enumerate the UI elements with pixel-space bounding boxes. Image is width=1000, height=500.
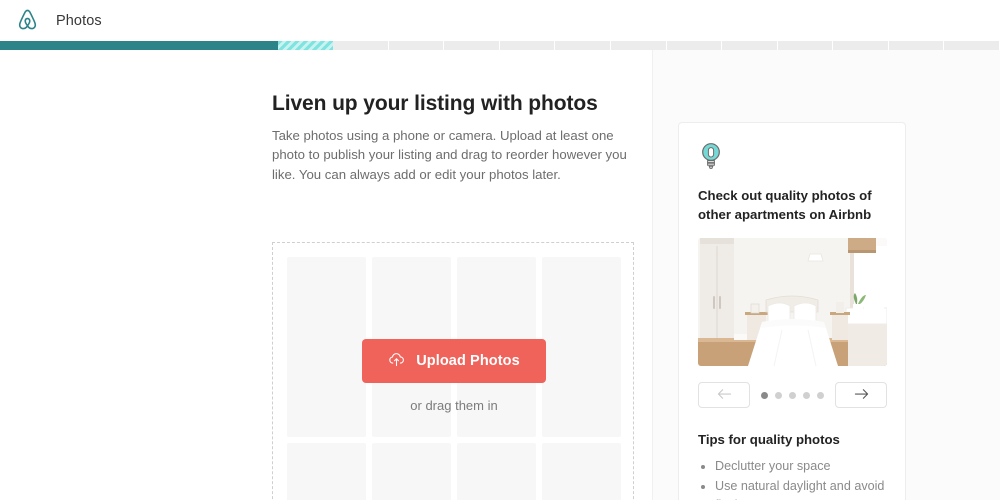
photo-dropzone[interactable]: Upload Photos or drag them in bbox=[272, 242, 634, 500]
photo-placeholder-tile bbox=[372, 443, 451, 500]
progress-segment bbox=[888, 41, 945, 50]
progress-segment bbox=[111, 41, 167, 50]
tips-sidebar: Check out quality photos of other apartm… bbox=[652, 50, 1000, 500]
section-heading: Liven up your listing with photos bbox=[272, 92, 598, 115]
list-item: Declutter your space bbox=[715, 457, 886, 476]
upload-overlay: Upload Photos or drag them in bbox=[273, 339, 635, 413]
app-header: Photos bbox=[0, 0, 1000, 41]
drag-hint-text: or drag them in bbox=[410, 398, 498, 413]
section-description: Take photos using a phone or camera. Upl… bbox=[272, 128, 627, 182]
progress-segment bbox=[777, 41, 834, 50]
progress-segment bbox=[222, 41, 278, 50]
photo-placeholder-tile bbox=[457, 443, 536, 500]
progress-segment bbox=[499, 41, 556, 50]
cloud-upload-icon bbox=[388, 351, 405, 372]
tips-list: Declutter your space Use natural dayligh… bbox=[698, 457, 886, 500]
progress-segment bbox=[944, 41, 1000, 50]
progress-segment bbox=[277, 41, 334, 50]
photo-placeholder-tile bbox=[542, 443, 621, 500]
photo-placeholder-tile bbox=[287, 443, 366, 500]
intro-block: Liven up your listing with photos Take p… bbox=[272, 92, 634, 184]
carousel-dots bbox=[761, 391, 824, 399]
photo-carousel-controls bbox=[698, 382, 887, 409]
progress-segment bbox=[0, 41, 56, 50]
progress-segment bbox=[333, 41, 389, 50]
onboarding-progress-bar bbox=[0, 41, 1000, 50]
carousel-dot[interactable] bbox=[803, 391, 810, 399]
progress-segment bbox=[666, 41, 723, 50]
arrow-left-icon bbox=[717, 388, 732, 403]
main-content: Liven up your listing with photos Take p… bbox=[0, 50, 652, 500]
upload-photos-button-label: Upload Photos bbox=[416, 353, 520, 369]
lightbulb-icon bbox=[698, 141, 724, 171]
carousel-dot[interactable] bbox=[761, 391, 768, 399]
progress-segment bbox=[166, 41, 223, 50]
carousel-next-button[interactable] bbox=[835, 382, 887, 409]
progress-segment bbox=[722, 41, 778, 50]
quality-photos-tip-card: Check out quality photos of other apartm… bbox=[678, 122, 906, 500]
tips-heading: Tips for quality photos bbox=[698, 432, 840, 448]
progress-segment bbox=[55, 41, 112, 50]
airbnb-belo-logo-icon[interactable] bbox=[6, 8, 48, 33]
arrow-right-icon bbox=[854, 388, 869, 403]
carousel-dot[interactable] bbox=[817, 391, 824, 399]
example-photo[interactable] bbox=[698, 238, 887, 367]
carousel-prev-button[interactable] bbox=[698, 382, 750, 409]
list-item: Use natural daylight and avoid flash bbox=[715, 477, 886, 500]
page-title: Photos bbox=[56, 12, 102, 29]
progress-segment bbox=[388, 41, 445, 50]
carousel-dot[interactable] bbox=[789, 391, 796, 399]
progress-segment bbox=[611, 41, 667, 50]
carousel-dot[interactable] bbox=[775, 391, 782, 399]
photos-upload-page: Photos Liven up your listing with photos… bbox=[0, 0, 1000, 500]
progress-segment bbox=[444, 41, 500, 50]
progress-segment bbox=[833, 41, 889, 50]
upload-photos-button[interactable]: Upload Photos bbox=[362, 339, 546, 383]
progress-segment bbox=[555, 41, 612, 50]
tip-card-heading: Check out quality photos of other apartm… bbox=[698, 188, 872, 222]
